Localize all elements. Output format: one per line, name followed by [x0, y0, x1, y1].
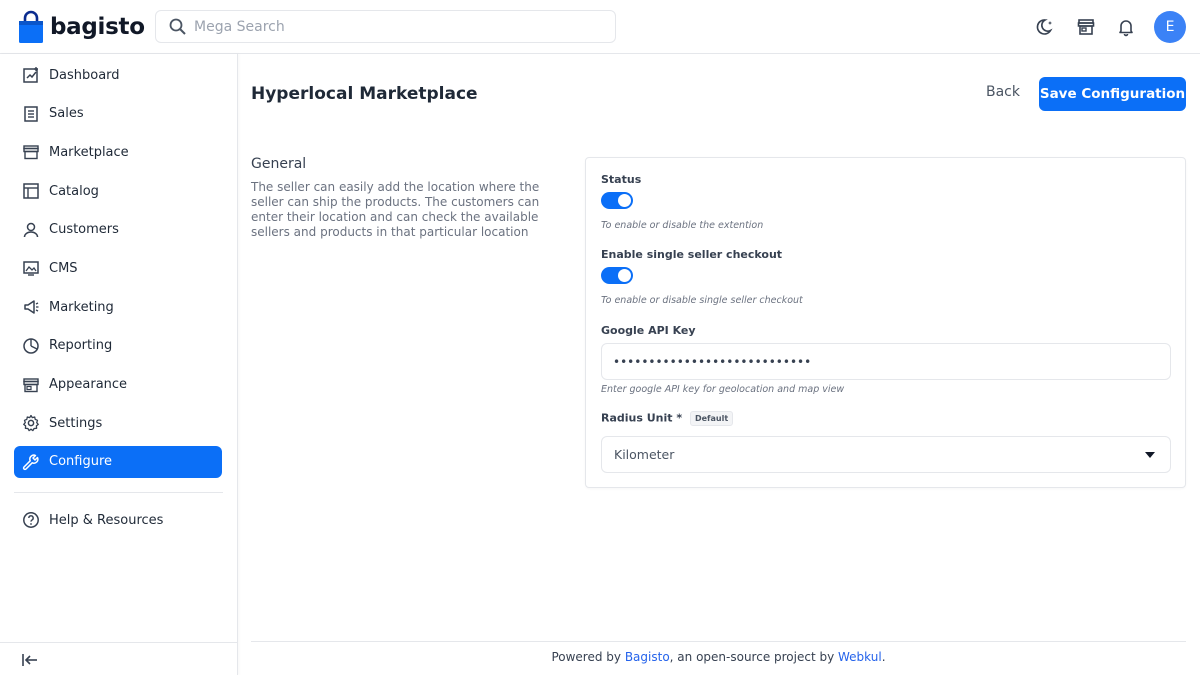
notification-bell-icon[interactable]: [1114, 15, 1138, 39]
header-actions: E: [1018, 10, 1186, 44]
sidebar-item-configure[interactable]: Configure: [14, 445, 222, 478]
single-checkout-label: Enable single seller checkout: [601, 248, 783, 261]
shopping-bag-icon: [18, 10, 44, 44]
settings-icon: [21, 413, 41, 433]
sidebar-divider: [14, 492, 223, 493]
collapse-sidebar-icon[interactable]: [20, 650, 40, 670]
top-bar: bagisto E: [0, 0, 1200, 54]
api-key-label: Google API Key: [601, 324, 696, 337]
sidebar-footer-divider: [0, 642, 237, 643]
search-input[interactable]: [194, 18, 594, 35]
customers-icon: [21, 220, 41, 240]
sidebar-item-dashboard[interactable]: Dashboard: [14, 59, 222, 91]
footer-middle: , an open-source project by: [669, 650, 839, 664]
dark-mode-icon[interactable]: [1034, 15, 1058, 39]
search-icon: [168, 17, 188, 37]
reporting-icon: [21, 336, 41, 356]
sidebar-item-appearance[interactable]: Appearance: [14, 369, 222, 401]
radius-unit-label: Radius Unit *: [601, 411, 683, 425]
sidebar-nav: Dashboard Sales Marketplace Catalog Cust…: [0, 54, 237, 478]
marketing-icon: [21, 297, 41, 317]
user-avatar[interactable]: E: [1154, 11, 1186, 43]
api-key-hint: Enter google API key for geolocation and…: [601, 384, 845, 395]
sidebar-item-customers[interactable]: Customers: [14, 214, 222, 246]
cms-icon: [21, 258, 41, 278]
sidebar-item-label: Catalog: [49, 183, 99, 199]
page-title: Hyperlocal Marketplace: [251, 84, 478, 104]
api-key-input[interactable]: [613, 354, 1153, 369]
section-title: General: [251, 156, 307, 172]
sidebar-item-label: Reporting: [49, 338, 113, 354]
save-configuration-button[interactable]: Save Configuration: [1039, 77, 1186, 111]
single-checkout-toggle[interactable]: [601, 267, 633, 284]
sidebar-item-help[interactable]: Help & Resources: [14, 504, 223, 536]
sidebar-help: Help & Resources: [14, 504, 223, 536]
help-icon: [21, 510, 41, 530]
catalog-icon: [21, 181, 41, 201]
brand-name: bagisto: [50, 14, 145, 40]
webkul-link[interactable]: Webkul: [838, 650, 882, 664]
back-button[interactable]: Back: [982, 82, 1024, 102]
sidebar-item-label: Settings: [49, 415, 103, 431]
sidebar-item-reporting[interactable]: Reporting: [14, 330, 222, 362]
sidebar-item-label: Sales: [49, 106, 84, 122]
sidebar-item-marketing[interactable]: Marketing: [14, 291, 222, 323]
status-hint: To enable or disable the extention: [601, 220, 764, 231]
sidebar: Dashboard Sales Marketplace Catalog Cust…: [0, 54, 238, 675]
storefront-icon[interactable]: [1074, 15, 1098, 39]
toggle-knob: [618, 194, 631, 207]
bagisto-link[interactable]: Bagisto: [625, 650, 670, 664]
sidebar-item-catalog[interactable]: Catalog: [14, 175, 222, 207]
toggle-knob: [618, 269, 631, 282]
marketplace-icon: [21, 142, 41, 162]
radius-unit-select[interactable]: Kilometer: [601, 436, 1171, 473]
sidebar-item-label: Customers: [49, 222, 119, 238]
dashboard-icon: [21, 65, 41, 85]
sales-icon: [21, 104, 41, 124]
appearance-icon: [21, 375, 41, 395]
sidebar-item-cms[interactable]: CMS: [14, 252, 222, 284]
sidebar-item-marketplace[interactable]: Marketplace: [14, 136, 222, 168]
sidebar-item-label: Configure: [49, 454, 113, 470]
brand-logo[interactable]: bagisto: [18, 9, 145, 45]
status-label: Status: [601, 173, 642, 186]
default-badge: Default: [689, 411, 734, 426]
footer-prefix: Powered by: [551, 650, 625, 664]
sidebar-item-label: Appearance: [49, 377, 128, 392]
footer-suffix: .: [881, 650, 886, 664]
api-key-field[interactable]: [601, 343, 1171, 380]
chevron-down-icon: [1145, 451, 1155, 458]
mega-search[interactable]: [155, 10, 616, 43]
configuration-card: Status To enable or disable the extentio…: [585, 157, 1186, 488]
radius-unit-value: Kilometer: [614, 447, 675, 462]
sidebar-item-label: Help & Resources: [49, 512, 164, 528]
section-description: The seller can easily add the location w…: [251, 180, 540, 239]
single-checkout-hint: To enable or disable single seller check…: [601, 295, 803, 306]
sidebar-item-label: Marketing: [49, 299, 114, 315]
footer: Powered by Bagisto, an open-source proje…: [251, 650, 1186, 664]
footer-divider: [251, 641, 1186, 642]
sidebar-item-label: Dashboard: [49, 67, 120, 83]
status-toggle[interactable]: [601, 192, 633, 209]
radius-unit-label-row: Radius Unit * Default: [601, 411, 734, 426]
sidebar-item-settings[interactable]: Settings: [14, 407, 222, 439]
sidebar-item-label: Marketplace: [49, 144, 129, 160]
sidebar-item-label: CMS: [49, 260, 78, 276]
sidebar-item-sales[interactable]: Sales: [14, 98, 222, 130]
configure-icon: [21, 452, 41, 472]
